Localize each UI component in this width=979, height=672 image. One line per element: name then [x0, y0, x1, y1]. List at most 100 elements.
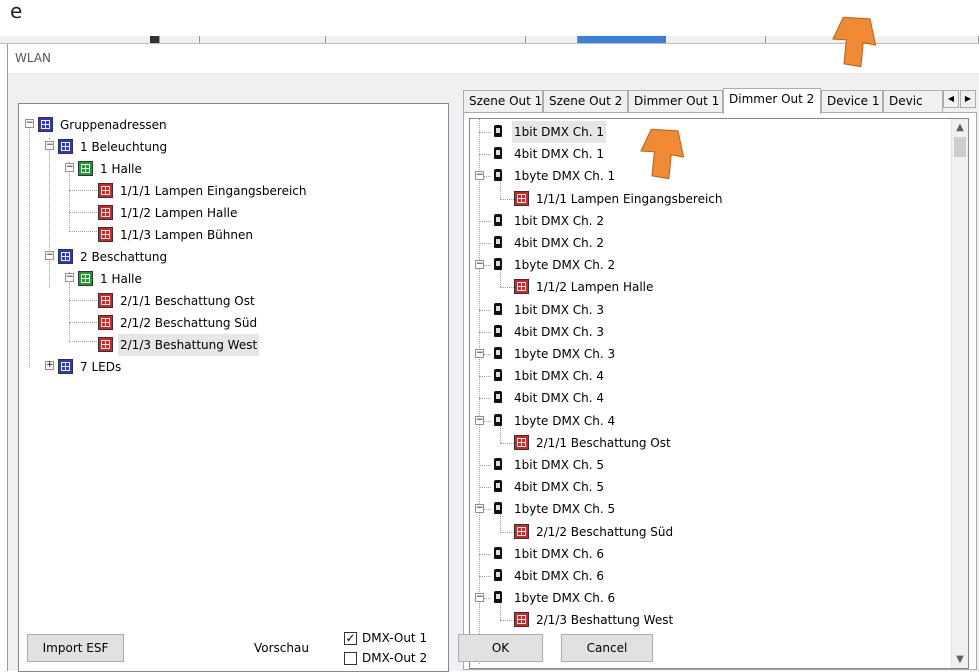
expand-expander[interactable]: + [45, 361, 54, 370]
collapse-expander[interactable]: − [65, 273, 74, 282]
collapse-expander[interactable]: − [65, 163, 74, 172]
channel-tabs: Szene Out 1 Szene Out 2 Dimmer Out 1 Dim… [463, 88, 978, 114]
tree-item-label: 1/1/2 Lampen Halle [536, 280, 654, 294]
dmx-out-2-checkbox[interactable]: DMX-Out 2 [344, 650, 444, 668]
wlan-dialog: WLAN − Gruppenadressen − 1 Beleuchtung −… [7, 44, 979, 672]
dmx-channel-icon [492, 213, 507, 228]
window-title: WLAN [15, 51, 52, 65]
tree-line [500, 199, 514, 200]
tree-item-label: 1 Halle [100, 162, 142, 176]
tree-line [500, 443, 514, 444]
tree-item-label: 2/1/1 Beschattung Ost [120, 294, 255, 308]
tab-scroll-left-icon[interactable]: ◀ [943, 90, 959, 108]
background-selected-cell [578, 36, 666, 43]
tree-line [69, 162, 70, 230]
tree-item-label: 1bit DMX Ch. 5 [514, 458, 604, 472]
scroll-down-icon[interactable]: ▼ [952, 651, 968, 668]
group-address-icon [98, 183, 113, 198]
scroll-thumb[interactable] [954, 137, 966, 157]
dmx-channel-tree[interactable]: ▲ ▼ 1bit DMX Ch. 1 4bit DMX Ch. 1 − 1byte D… [469, 118, 969, 669]
tree-item-label: 1byte DMX Ch. 3 [514, 347, 616, 361]
background-toolbar-cell [666, 36, 766, 43]
tree-line [479, 398, 491, 399]
group-address-icon [514, 191, 529, 206]
tree-line [479, 487, 491, 488]
tree-item-label: 2/1/3 Beshattung West [536, 613, 674, 627]
main-group-icon [58, 359, 73, 374]
tree-item-label: 1/1/1 Lampen Eingangsbereich [120, 184, 307, 198]
collapse-expander[interactable]: − [475, 416, 484, 425]
vertical-scrollbar[interactable]: ▲ ▼ [951, 119, 968, 668]
tree-item-label: 2/1/2 Beschattung Süd [120, 316, 258, 330]
checkbox-box[interactable]: ✓ [344, 632, 357, 645]
tree-line [479, 132, 491, 133]
tree-line [479, 119, 480, 664]
tree-item-label: 4bit DMX Ch. 1 [514, 147, 604, 161]
tree-line [479, 243, 491, 244]
group-address-icon [514, 279, 529, 294]
dmx-channel-icon [492, 146, 507, 161]
checkbox-box[interactable] [344, 652, 357, 665]
preview-label: Vorschau [254, 641, 309, 655]
checkbox-label: DMX-Out 2 [362, 651, 428, 665]
group-address-icon [514, 612, 529, 627]
tree-line [479, 332, 491, 333]
tree-item-label: 4bit DMX Ch. 2 [514, 236, 604, 250]
group-address-icon [514, 524, 529, 539]
collapse-expander[interactable]: − [475, 260, 484, 269]
middle-group-icon [78, 271, 93, 286]
collapse-expander[interactable]: − [45, 251, 54, 260]
tree-item-label: 1bit DMX Ch. 4 [514, 369, 604, 383]
checkbox-label: DMX-Out 1 [362, 631, 428, 645]
cancel-button[interactable]: Cancel [561, 634, 653, 662]
tree-line [500, 620, 514, 621]
collapse-expander[interactable]: − [25, 119, 34, 128]
tree-item-label: 1bit DMX Ch. 6 [514, 547, 604, 561]
group-address-icon [98, 337, 113, 352]
group-address-tree[interactable]: − Gruppenadressen − 1 Beleuchtung − 1 Ha… [18, 103, 449, 672]
tree-line [69, 341, 97, 342]
dmx-out-1-checkbox[interactable]: ✓ DMX-Out 1 [344, 630, 444, 648]
tree-item-label: 1byte DMX Ch. 6 [514, 591, 616, 605]
tree-item-label: 1/1/2 Lampen Halle [120, 206, 238, 220]
group-address-icon [38, 117, 53, 132]
collapse-expander[interactable]: − [45, 141, 54, 150]
dmx-channel-icon [492, 479, 507, 494]
tab-dimmer-out-1[interactable]: Dimmer Out 1 [628, 90, 723, 112]
collapse-expander[interactable]: − [475, 171, 484, 180]
ok-button[interactable]: OK [458, 634, 543, 662]
tree-item-label: 4bit DMX Ch. 5 [514, 480, 604, 494]
tree-line [69, 300, 97, 301]
dmx-channel-icon [492, 124, 507, 139]
tab-device-1[interactable]: Device 1 [821, 90, 883, 112]
dmx-channel-icon [492, 368, 507, 383]
scroll-up-icon[interactable]: ▲ [952, 119, 968, 136]
tab-szene-out-2[interactable]: Szene Out 2 [543, 90, 628, 112]
tree-item-label: 1byte DMX Ch. 5 [514, 502, 616, 516]
tab-device-2[interactable]: Devic [883, 90, 943, 112]
dmx-channel-icon [492, 568, 507, 583]
tab-panel: ▲ ▼ 1bit DMX Ch. 1 4bit DMX Ch. 1 − 1byte D… [463, 112, 977, 670]
collapse-expander[interactable]: − [475, 349, 484, 358]
main-group-icon [58, 249, 73, 264]
tree-line [479, 554, 491, 555]
tree-line [479, 221, 491, 222]
tree-item-label: 1byte DMX Ch. 4 [514, 414, 616, 428]
background-toolbar-mark [150, 36, 160, 43]
group-address-icon [514, 435, 529, 450]
tab-dimmer-out-2[interactable]: Dimmer Out 2 [723, 88, 821, 114]
tree-item-label: 1byte DMX Ch. 2 [514, 258, 616, 272]
tree-item-label: 1/1/3 Lampen Bühnen [120, 228, 253, 242]
import-esf-button[interactable]: Import ESF [27, 634, 124, 662]
background-toolbar-cell [180, 36, 200, 43]
dmx-channel-icon [492, 235, 507, 250]
tab-scroll-right-icon[interactable]: ▶ [960, 90, 976, 108]
dmx-channel-icon [492, 302, 507, 317]
dmx-channel-icon [492, 457, 507, 472]
tree-line [479, 465, 491, 466]
tab-szene-out-1[interactable]: Szene Out 1 [463, 90, 543, 112]
collapse-expander[interactable]: − [475, 504, 484, 513]
tree-line [69, 212, 97, 213]
collapse-expander[interactable]: − [475, 593, 484, 602]
background-toolbar-cell [326, 36, 526, 43]
